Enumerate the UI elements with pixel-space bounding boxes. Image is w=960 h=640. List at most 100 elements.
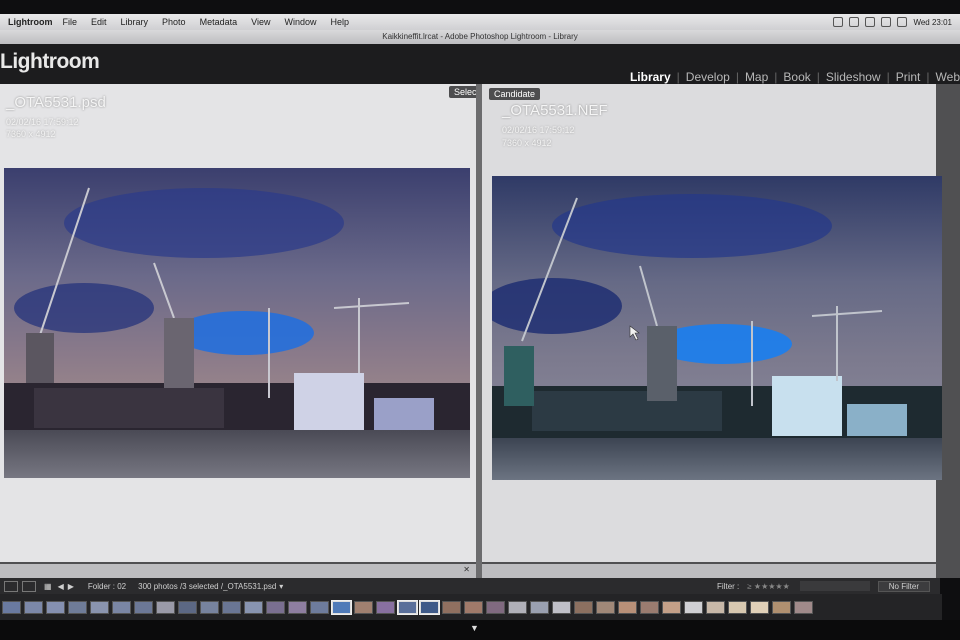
module-slideshow[interactable]: Slideshow [826, 70, 881, 84]
volume-icon[interactable] [881, 17, 892, 27]
thumbnail[interactable] [640, 600, 659, 614]
module-library[interactable]: Library [630, 70, 671, 84]
menu-metadata[interactable]: Metadata [200, 17, 238, 27]
thumbnail-selected[interactable] [397, 599, 418, 615]
thumbnail[interactable] [222, 600, 241, 614]
select-datetime: 02/02/16 17:59:12 [6, 117, 79, 127]
thumbnail[interactable] [728, 600, 747, 614]
thumbnail[interactable] [618, 600, 637, 614]
filter-label: Filter : [717, 581, 740, 591]
close-icon[interactable]: ✕ [463, 565, 470, 574]
app-menu[interactable]: Lightroom [8, 17, 53, 27]
collapse-filmstrip-icon[interactable]: ▼ [470, 623, 479, 633]
thumbnail[interactable] [178, 600, 197, 614]
lightroom-logo: Lightroom [0, 50, 100, 73]
back-arrow-icon[interactable]: ◀ [58, 582, 64, 591]
harbor-night-photo [4, 168, 470, 478]
thumbnail[interactable] [596, 600, 615, 614]
thumbnail[interactable] [288, 600, 307, 614]
color-label-filter[interactable] [799, 581, 870, 591]
select-photo[interactable] [4, 168, 470, 478]
status-icon[interactable] [833, 17, 844, 27]
status-icon[interactable] [849, 17, 860, 27]
chevron-down-icon[interactable]: ▾ [279, 582, 283, 591]
select-dimensions: 7360 x 4912 [6, 129, 56, 139]
thumbnail[interactable] [464, 600, 483, 614]
module-map[interactable]: Map [745, 70, 768, 84]
forward-arrow-icon[interactable]: ▶ [68, 582, 74, 591]
thumbnail[interactable] [750, 600, 769, 614]
window-title: Kaikkineffit.lrcat - Adobe Photoshop Lig… [382, 32, 578, 41]
rating-filter-stars[interactable]: ≥ ★★★★★ [747, 582, 789, 591]
select-pane-footer: ✕ [0, 564, 476, 578]
status-icon[interactable] [865, 17, 876, 27]
thumbnail[interactable] [706, 600, 725, 614]
selection-status[interactable]: 300 photos /3 selected /_OTA5531.psd [138, 582, 276, 591]
filmstrip [0, 594, 942, 620]
thumbnail[interactable] [134, 600, 153, 614]
wifi-icon[interactable] [897, 17, 908, 27]
thumbnail-selected[interactable] [331, 599, 352, 615]
module-develop[interactable]: Develop [686, 70, 730, 84]
thumbnail[interactable] [354, 600, 373, 614]
folder-label[interactable]: Folder : 02 [88, 582, 126, 591]
thumbnail[interactable] [244, 600, 263, 614]
menu-edit[interactable]: Edit [91, 17, 107, 27]
candidate-dimensions: 7360 x 4912 [502, 138, 552, 148]
thumbnail[interactable] [552, 600, 571, 614]
module-separator: | [735, 70, 739, 84]
thumbnail[interactable] [90, 600, 109, 614]
thumbnail[interactable] [266, 600, 285, 614]
thumbnail-selected[interactable] [419, 599, 440, 615]
candidate-photo[interactable] [492, 176, 942, 480]
thumbnail[interactable] [508, 600, 527, 614]
module-separator: | [926, 70, 930, 84]
module-separator: | [774, 70, 778, 84]
mac-menubar: Lightroom File Edit Library Photo Metada… [0, 14, 960, 30]
menu-photo[interactable]: Photo [162, 17, 186, 27]
candidate-tag: Candidate [489, 88, 541, 100]
screen-bezel: ▼ [0, 620, 960, 640]
clock[interactable]: Wed 23:01 [913, 18, 952, 27]
menu-file[interactable]: File [63, 17, 78, 27]
thumbnail[interactable] [574, 600, 593, 614]
menu-view[interactable]: View [251, 17, 270, 27]
module-separator: | [676, 70, 680, 84]
thumbnail[interactable] [376, 600, 395, 614]
thumbnail[interactable] [68, 600, 87, 614]
thumbnail[interactable] [486, 600, 505, 614]
filmstrip-toolbar: ▦ ◀ ▶ Folder : 02 300 photos /3 selected… [0, 578, 940, 594]
menu-window[interactable]: Window [284, 17, 316, 27]
candidate-pane-footer [482, 564, 936, 578]
thumbnail[interactable] [46, 600, 65, 614]
thumbnail[interactable] [156, 600, 175, 614]
second-window-button[interactable] [22, 580, 36, 592]
module-book[interactable]: Book [783, 70, 810, 84]
thumbnail[interactable] [200, 600, 219, 614]
thumbnail[interactable] [794, 600, 813, 614]
candidate-datetime: 02/02/16 17:59:12 [502, 125, 575, 135]
window-titlebar: Kaikkineffit.lrcat - Adobe Photoshop Lig… [0, 30, 960, 44]
thumbnail[interactable] [310, 600, 329, 614]
filter-preset-select[interactable]: No Filter [877, 580, 930, 592]
thumbnail[interactable] [662, 600, 681, 614]
thumbnail[interactable] [112, 600, 131, 614]
thumbnail[interactable] [442, 600, 461, 614]
menu-help[interactable]: Help [330, 17, 349, 27]
module-picker: Library | Develop | Map | Book | Slidesh… [630, 70, 960, 84]
menu-library[interactable]: Library [121, 17, 149, 27]
module-print[interactable]: Print [896, 70, 921, 84]
thumbnail[interactable] [772, 600, 791, 614]
thumbnail[interactable] [684, 600, 703, 614]
module-web[interactable]: Web [936, 70, 960, 84]
thumbnail[interactable] [530, 600, 549, 614]
module-separator: | [886, 70, 890, 84]
harbor-night-photo [492, 176, 942, 480]
grid-icon[interactable]: ▦ [44, 582, 52, 591]
select-filename: _OTA5531.psd [6, 94, 106, 111]
thumbnail[interactable] [2, 600, 21, 614]
module-separator: | [816, 70, 820, 84]
main-window-button[interactable] [4, 580, 18, 592]
candidate-filename: _OTA5531.NEF [502, 102, 608, 119]
thumbnail[interactable] [24, 600, 43, 614]
